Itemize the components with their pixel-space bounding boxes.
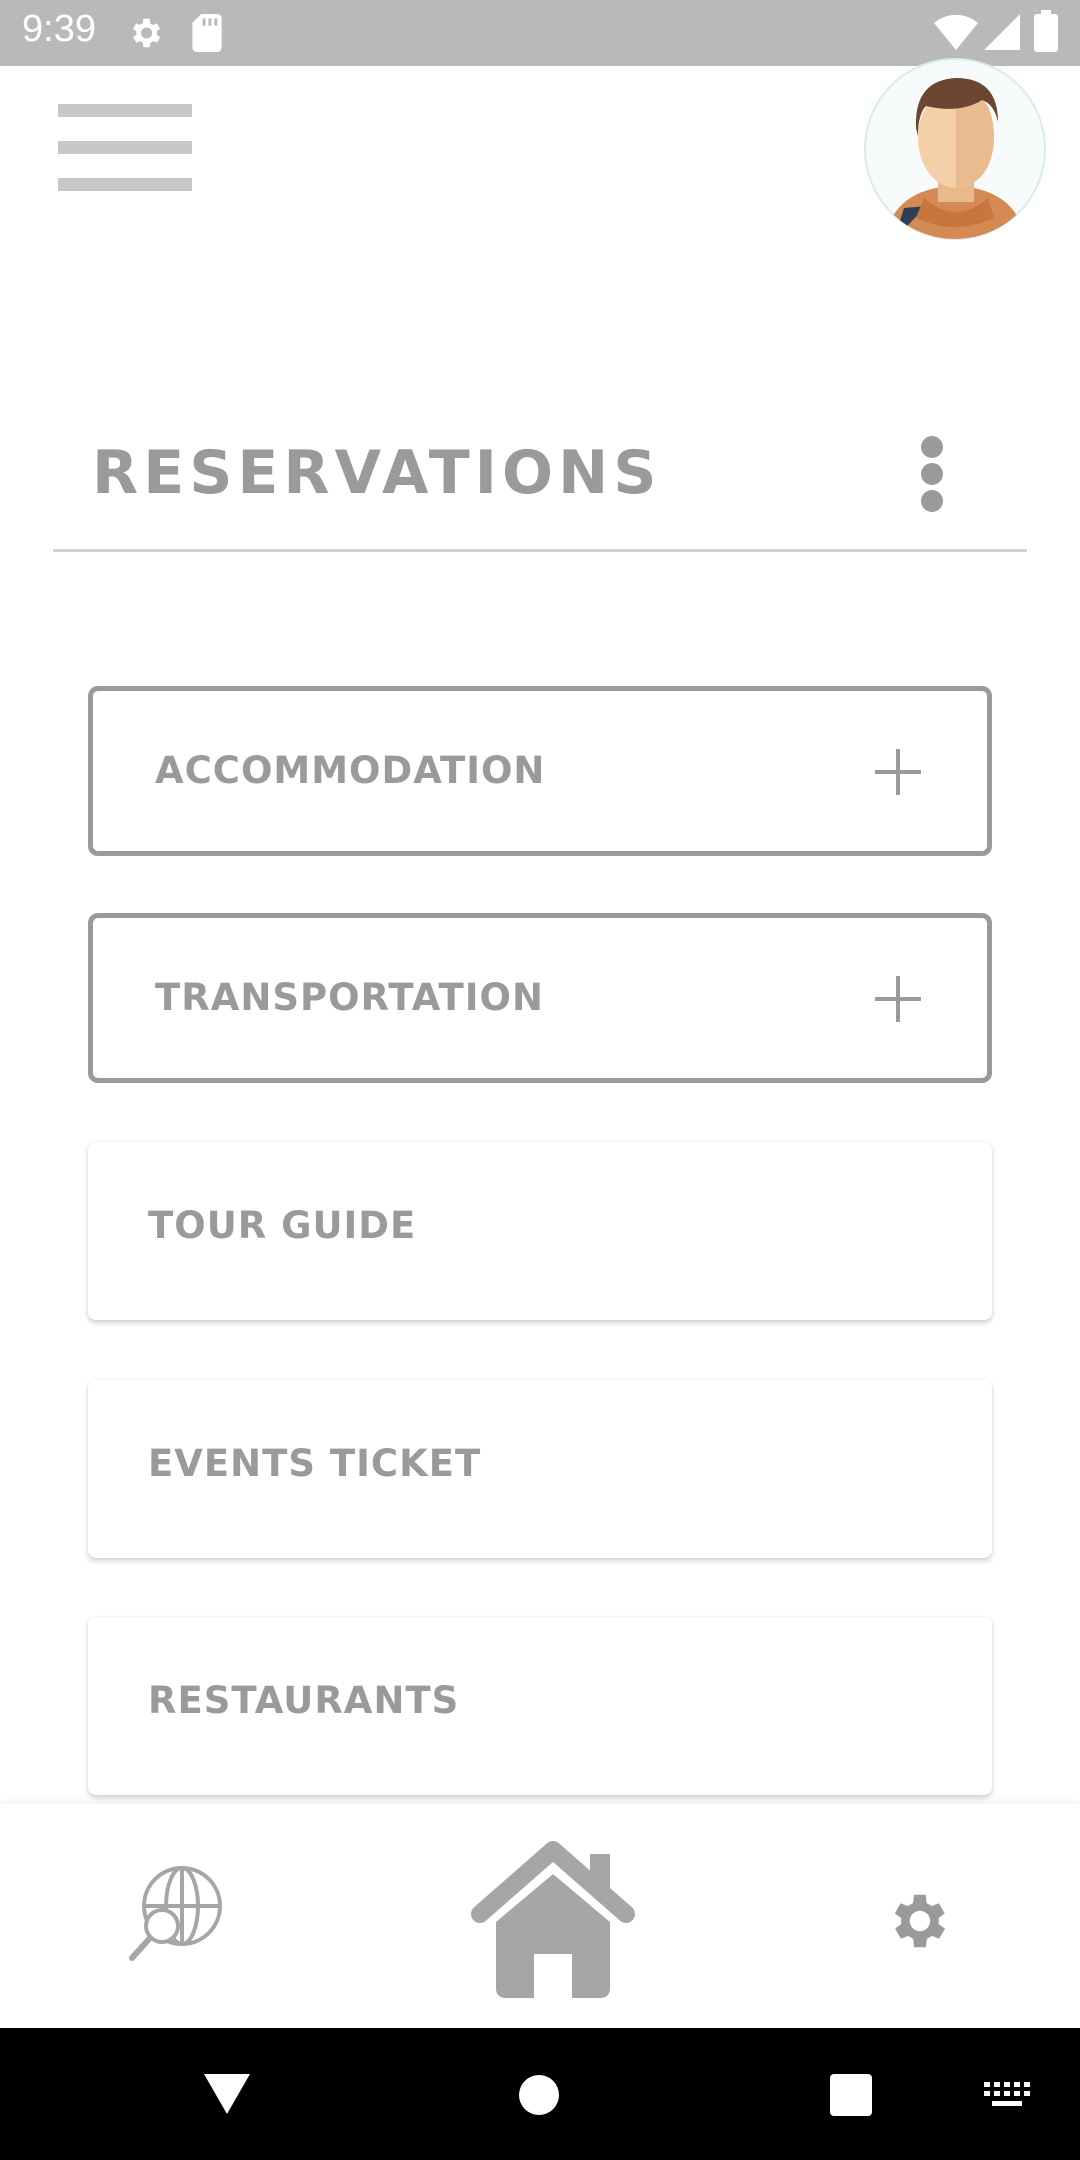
- more-options-button[interactable]: [912, 432, 952, 516]
- battery-icon: [1034, 10, 1058, 52]
- home-circle-icon[interactable]: [518, 2074, 560, 2116]
- tour-guide-label: TOUR GUIDE: [148, 1204, 417, 1247]
- events-ticket-label: EVENTS TICKET: [148, 1442, 482, 1485]
- hamburger-line: [58, 141, 192, 154]
- events-ticket-item[interactable]: EVENTS TICKET: [88, 1380, 992, 1558]
- accommodation-label: ACCOMMODATION: [155, 749, 546, 792]
- tour-guide-item[interactable]: TOUR GUIDE: [88, 1142, 992, 1320]
- hamburger-line: [58, 178, 192, 191]
- globe-search-icon[interactable]: [128, 1864, 228, 1964]
- system-nav-bar: [0, 2028, 1080, 2160]
- avatar[interactable]: [864, 58, 1046, 240]
- page-title: RESERVATIONS: [92, 438, 662, 508]
- restaurants-label: RESTAURANTS: [148, 1679, 460, 1722]
- transportation-item[interactable]: TRANSPORTATION: [88, 913, 992, 1083]
- plus-icon[interactable]: [875, 976, 921, 1022]
- kebab-dot: [921, 490, 943, 512]
- back-icon[interactable]: [204, 2074, 250, 2114]
- menu-button[interactable]: [58, 104, 192, 194]
- plus-icon[interactable]: [875, 749, 921, 795]
- accommodation-item[interactable]: ACCOMMODATION: [88, 686, 992, 856]
- status-time: 9:39: [22, 8, 96, 50]
- signal-icon: [984, 14, 1020, 50]
- transportation-label: TRANSPORTATION: [155, 976, 544, 1019]
- kebab-dot: [921, 463, 943, 485]
- header-divider: [53, 549, 1027, 552]
- bottom-nav: [0, 1804, 1080, 2028]
- hamburger-icon: [58, 104, 192, 117]
- gear-icon[interactable]: [882, 1886, 952, 1956]
- recents-icon[interactable]: [830, 2074, 872, 2116]
- settings-status-icon: [132, 18, 161, 48]
- restaurants-item[interactable]: RESTAURANTS: [88, 1617, 992, 1795]
- sd-card-icon: [192, 14, 222, 52]
- wifi-icon: [934, 14, 978, 50]
- kebab-icon: [921, 436, 943, 458]
- home-icon[interactable]: [470, 1840, 636, 1998]
- status-bar: 9:39: [0, 0, 1080, 66]
- keyboard-icon[interactable]: [984, 2082, 1030, 2112]
